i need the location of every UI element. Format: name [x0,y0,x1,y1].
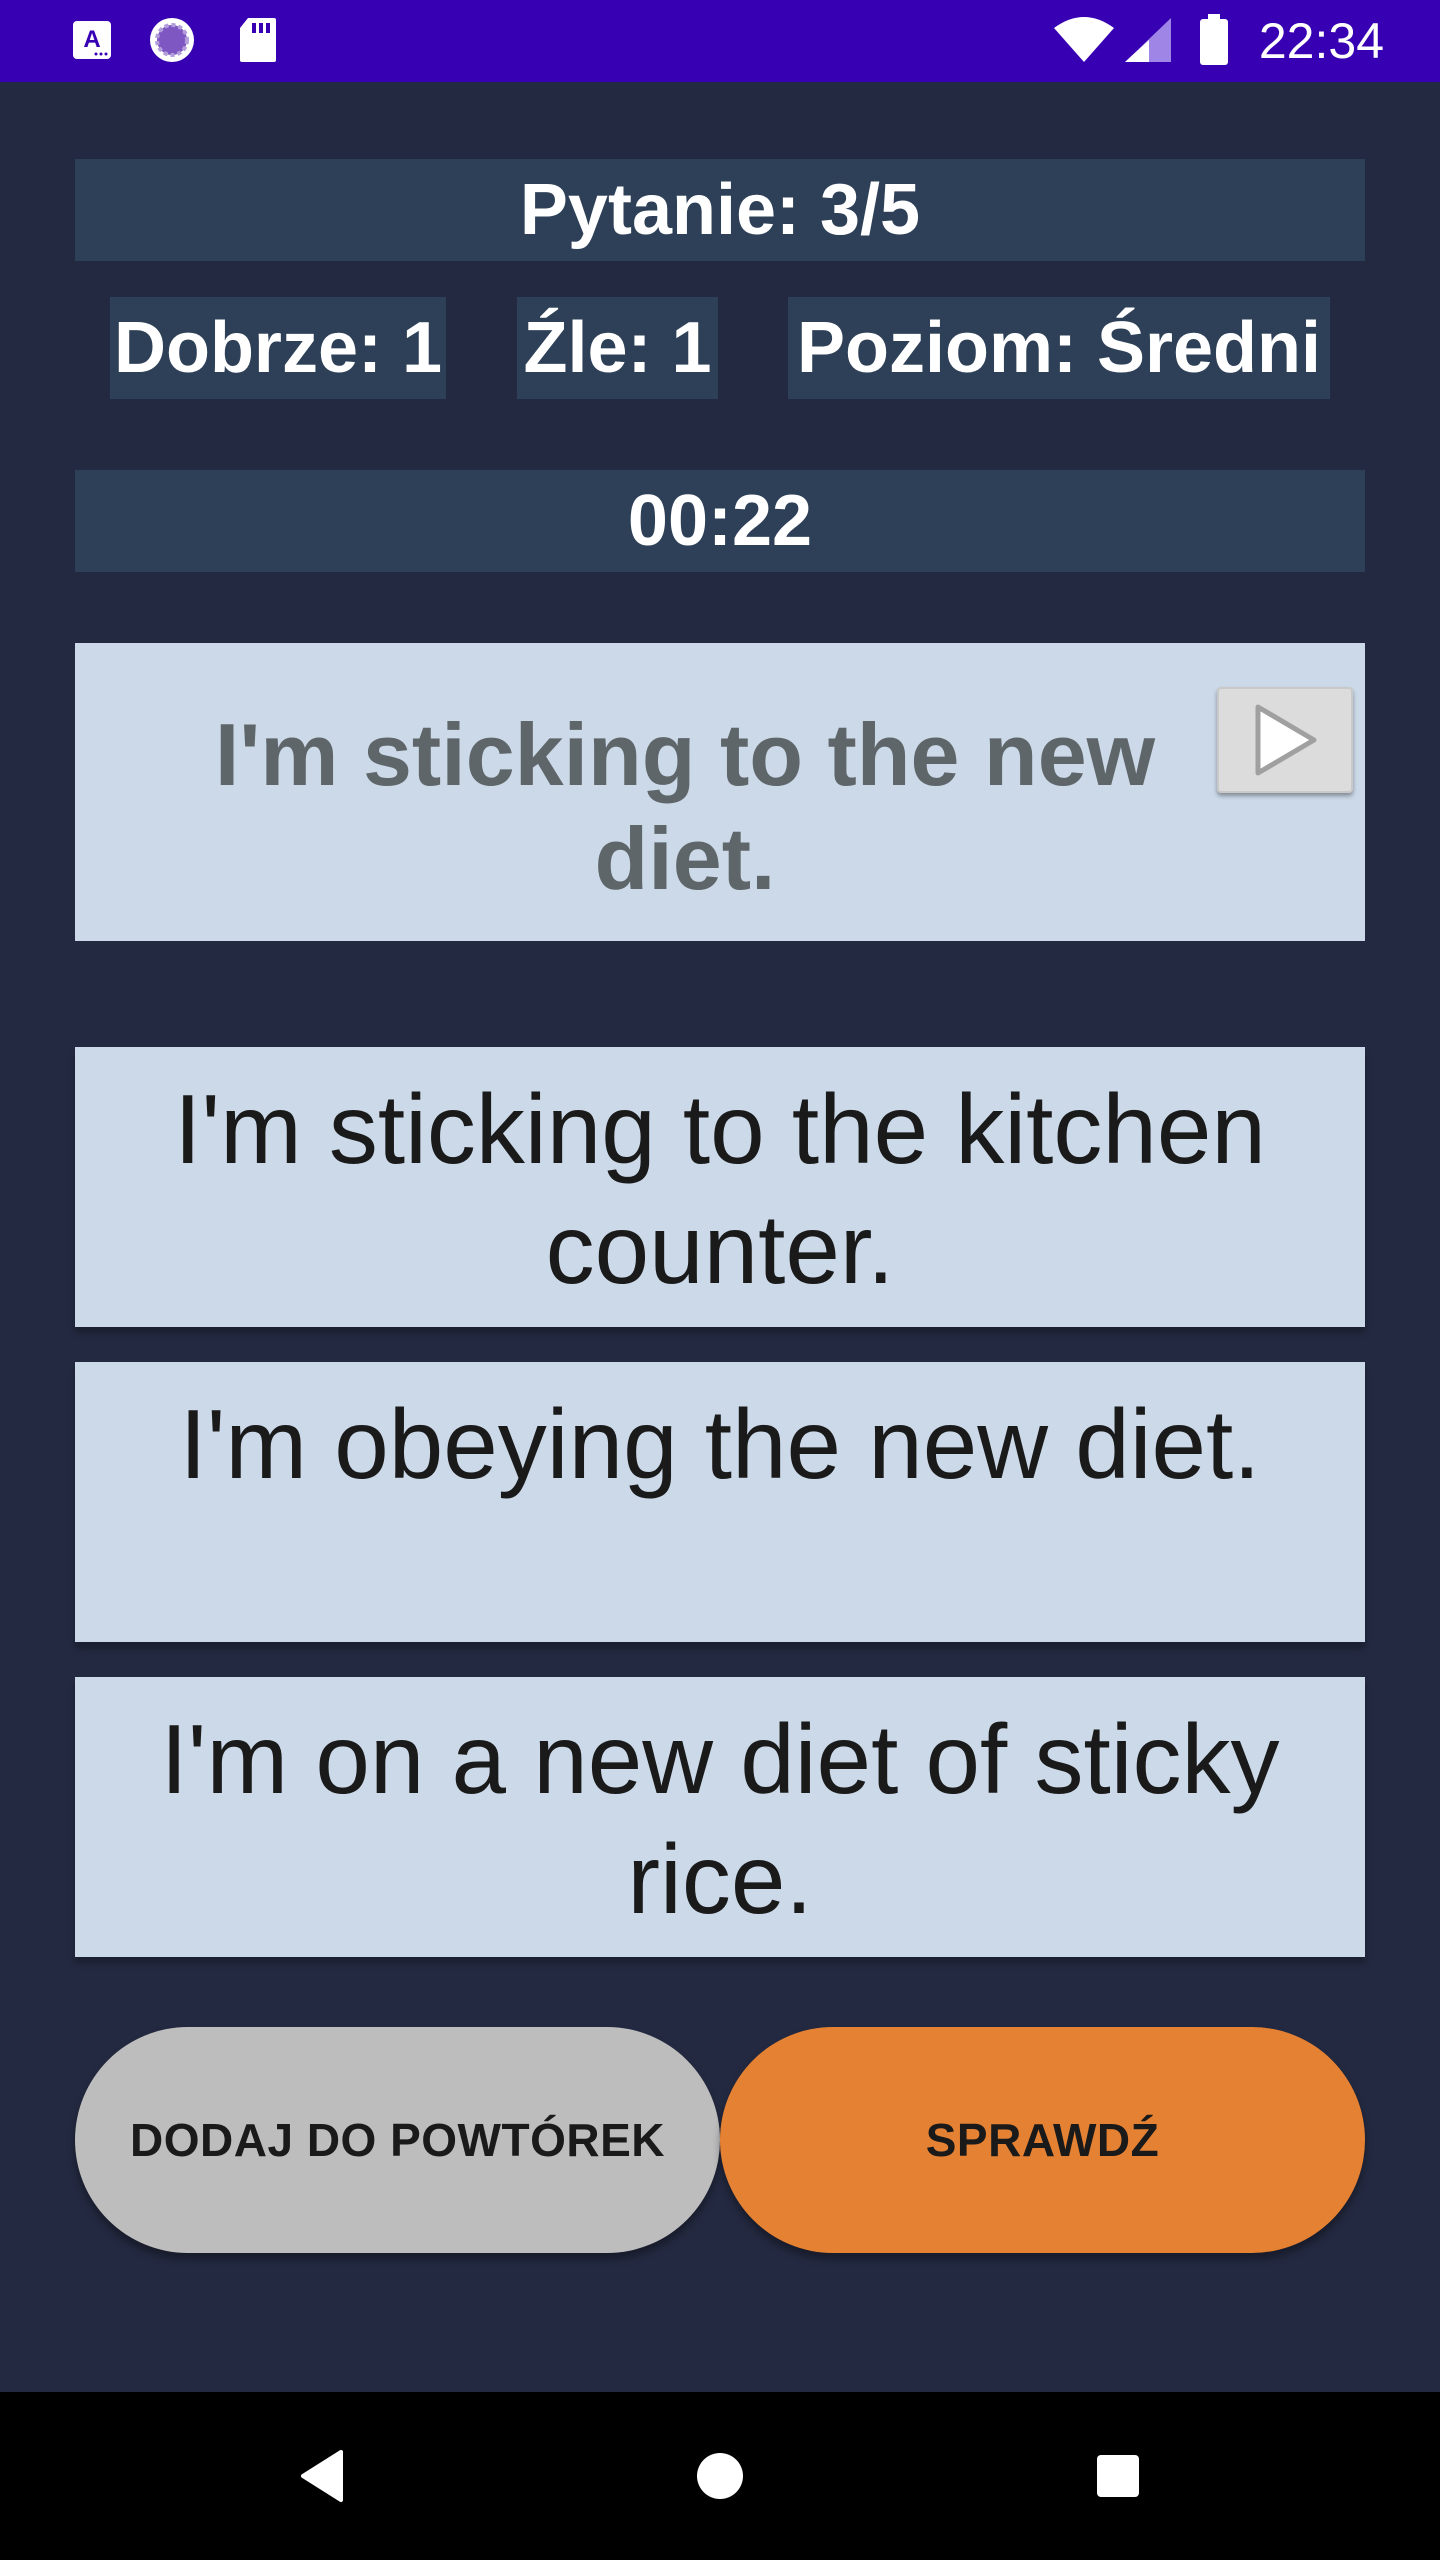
navigation-bar [0,2392,1440,2560]
question-card: I'm sticking to the new diet. [75,643,1365,941]
timer: 00:22 [75,470,1365,572]
check-button[interactable]: SPRAWDŹ [720,2027,1365,2253]
status-bar: A 22:34 [0,0,1440,82]
answer-option-3[interactable]: I'm on a new diet of sticky rice. [75,1677,1365,1957]
answer-text: I'm obeying the new diet. [179,1389,1261,1499]
back-icon[interactable] [282,2436,362,2516]
answer-text: I'm on a new diet of sticky rice. [160,1704,1280,1934]
signal-icon [1122,16,1174,64]
add-to-review-label: DODAJ DO POWTÓREK [130,2114,665,2166]
add-to-review-button[interactable]: DODAJ DO POWTÓREK [75,2027,720,2253]
level-indicator: Poziom: Średni [788,297,1330,399]
svg-text:A: A [83,26,100,53]
answer-option-1[interactable]: I'm sticking to the kitchen counter. [75,1047,1365,1327]
play-icon [1255,704,1317,776]
sd-card-icon [234,16,282,64]
answer-option-2[interactable]: I'm obeying the new diet. [75,1362,1365,1642]
home-icon[interactable] [680,2436,760,2516]
recents-icon[interactable] [1078,2436,1158,2516]
sync-icon [148,16,196,64]
question-counter: Pytanie: 3/5 [75,159,1365,261]
check-label: SPRAWDŹ [925,2114,1160,2166]
correct-count: Dobrze: 1 [110,297,446,399]
battery-icon [1196,14,1232,65]
question-text: I'm sticking to the new diet. [214,705,1156,908]
wifi-icon [1052,16,1116,64]
font-icon: A [68,16,116,64]
answer-text: I'm sticking to the kitchen counter. [174,1074,1266,1304]
play-audio-button[interactable] [1217,687,1353,793]
clock: 22:34 [1258,13,1384,69]
wrong-count: Źle: 1 [517,297,718,399]
